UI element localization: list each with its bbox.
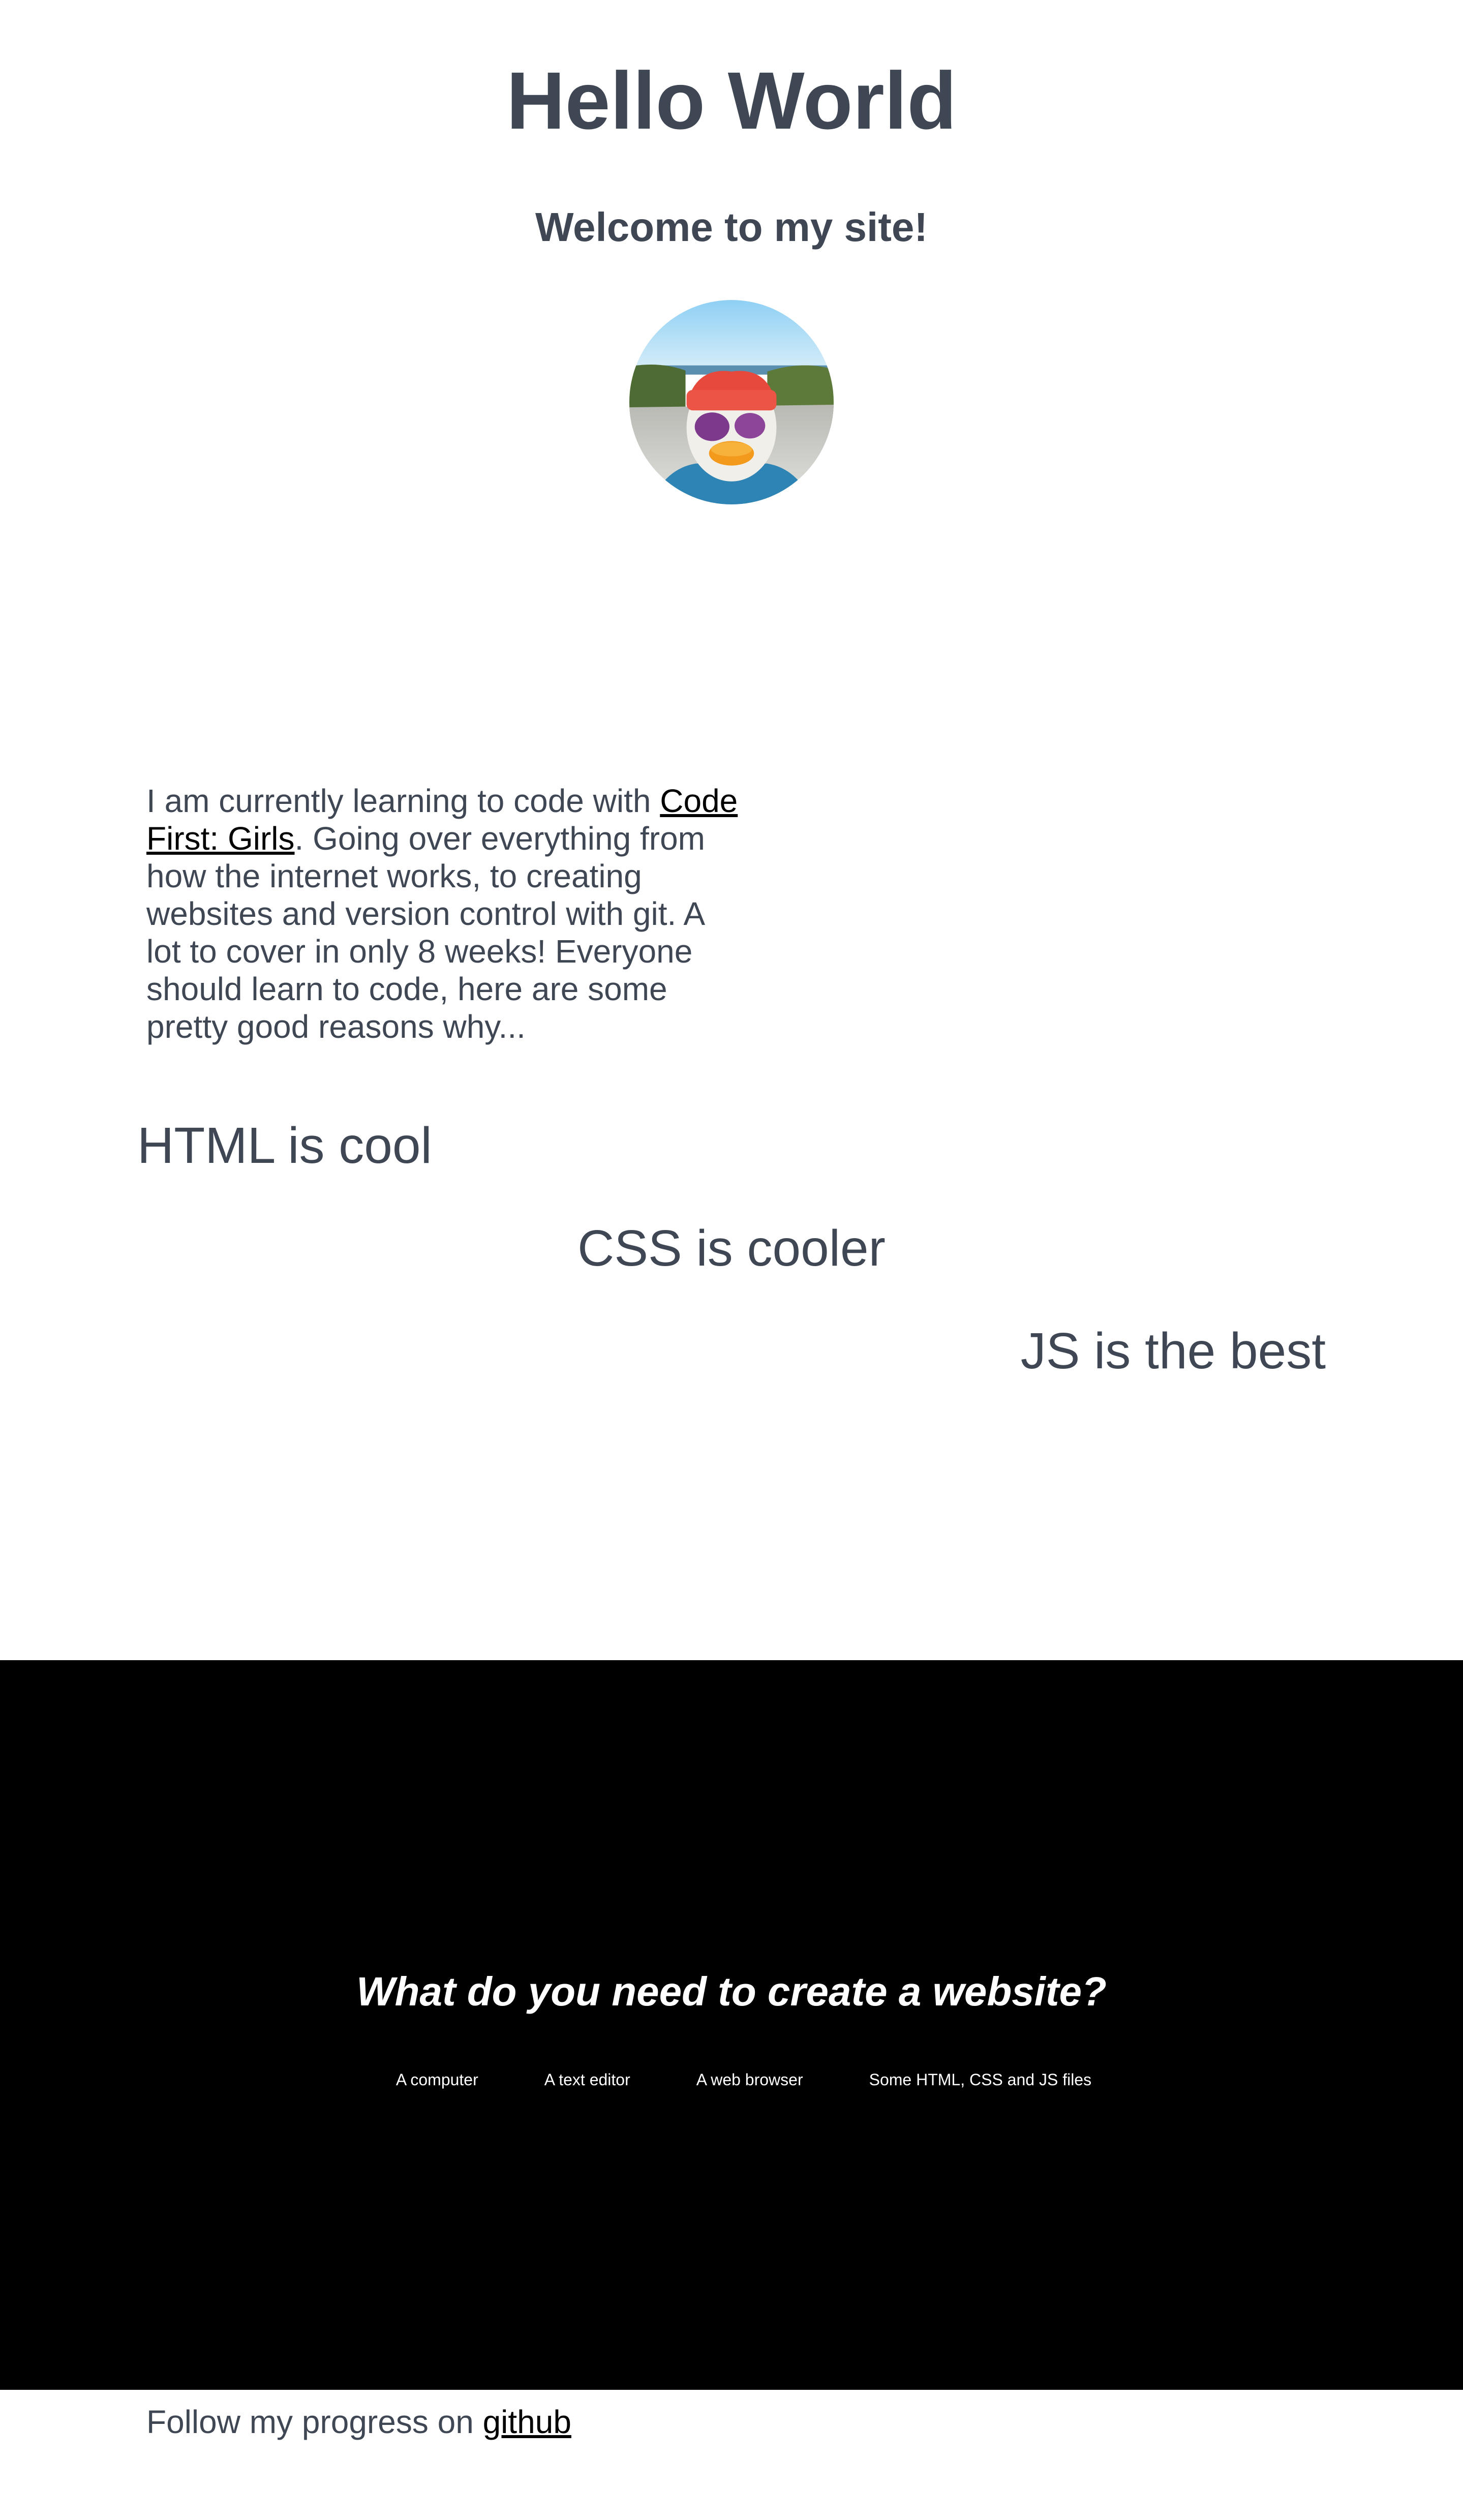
html-heading: HTML is cool [137, 1117, 432, 1174]
requirements-title: What do you need to create a website? [356, 1969, 1107, 2014]
rubber-duck-photo-icon [629, 300, 834, 504]
list-item: A computer [395, 2071, 478, 2089]
page-subtitle: Welcome to my site! [535, 204, 928, 250]
requirements-list: A computer A text editor A web browser S… [0, 2069, 1463, 2090]
page-title: Hello World [506, 55, 957, 146]
intro-text-before: I am currently learning to code with [146, 783, 660, 819]
footer-text: Follow my progress on [146, 2404, 483, 2440]
css-heading: CSS is cooler [577, 1220, 886, 1277]
js-heading: JS is the best [1020, 1323, 1326, 1379]
github-link[interactable]: github [483, 2404, 571, 2440]
intro-paragraph: I am currently learning to code with Cod… [146, 782, 746, 1045]
avatar [629, 300, 834, 504]
list-item: A text editor [544, 2071, 630, 2089]
requirements-section: What do you need to create a website? A … [0, 1660, 1463, 2390]
page-header: Hello World Welcome to my site! [0, 0, 1463, 250]
list-item: A web browser [696, 2071, 803, 2089]
footer: Follow my progress on github [146, 2403, 571, 2441]
list-item: Some HTML, CSS and JS files [869, 2071, 1092, 2089]
